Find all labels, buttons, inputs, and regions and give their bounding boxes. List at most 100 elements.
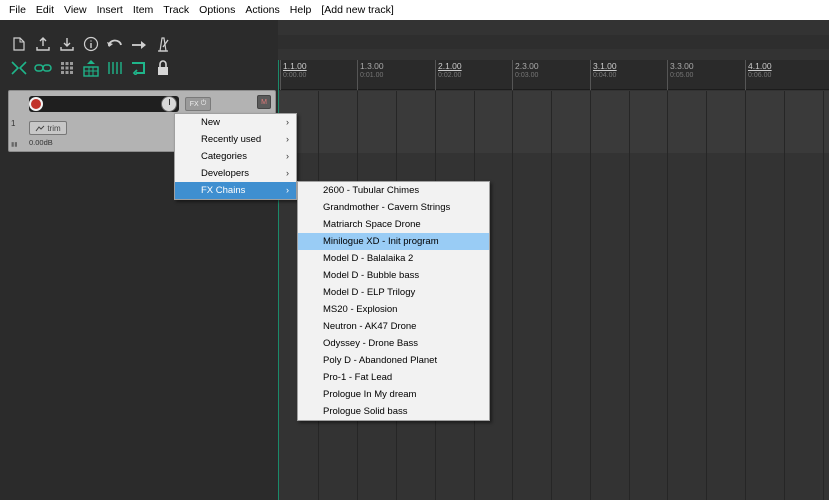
menu-item-developers[interactable]: Developers › (175, 165, 296, 182)
download-icon[interactable] (58, 35, 76, 53)
grid-line (784, 91, 785, 500)
menu-item-new[interactable]: New › (175, 114, 296, 131)
menu-item-label: Developers (201, 168, 250, 179)
grid-line (667, 91, 668, 500)
fx-chain-item[interactable]: MS20 - Explosion (298, 301, 489, 318)
snap-icon[interactable] (82, 59, 100, 77)
menu-options[interactable]: Options (194, 0, 240, 20)
fx-chain-item[interactable]: Model D - Balalaika 2 (298, 250, 489, 267)
ruler-time-label: 0:03.00 (515, 72, 539, 79)
ruler-time-label: 0:01.00 (360, 72, 384, 79)
io-icon[interactable]: ▮▮ (11, 141, 18, 148)
lock-icon[interactable] (154, 59, 172, 77)
fx-power-icon[interactable]: ⏻ (201, 100, 207, 108)
ruler-time-label: 0:05.00 (670, 72, 694, 79)
redo-icon[interactable] (130, 35, 148, 53)
grid-line (551, 91, 552, 500)
link-icon[interactable] (34, 59, 52, 77)
ruler-bar-label: 2.3.00 (515, 61, 539, 71)
ruler-mark: 1.1.00 0:00.00 (280, 60, 307, 90)
loop-icon[interactable] (130, 59, 148, 77)
track-lane[interactable] (278, 91, 829, 153)
fx-chain-item[interactable]: Neutron - AK47 Drone (298, 318, 489, 335)
info-icon[interactable] (82, 35, 100, 53)
ruler-bar-label: 4.1.00 (748, 61, 772, 71)
menu-track[interactable]: Track (158, 0, 194, 20)
fx-chain-item[interactable]: Model D - ELP Trilogy (298, 284, 489, 301)
menu-item-recently-used[interactable]: Recently used › (175, 131, 296, 148)
new-project-icon[interactable] (10, 35, 28, 53)
menubar: File Edit View Insert Item Track Options… (0, 0, 829, 20)
menu-insert[interactable]: Insert (92, 0, 128, 20)
fx-chain-item[interactable]: Prologue In My dream (298, 386, 489, 403)
ruler-top-strip[interactable] (278, 35, 829, 49)
ruler-mark: 3.1.00 0:04.00 (590, 60, 617, 90)
ruler-time-label: 0:04.00 (593, 72, 617, 79)
fx-chain-item[interactable]: Grandmother - Cavern Strings (298, 199, 489, 216)
chevron-right-icon: › (286, 151, 289, 161)
menu-view[interactable]: View (59, 0, 92, 20)
chevron-right-icon: › (286, 134, 289, 144)
undo-icon[interactable] (106, 35, 124, 53)
ruler-mark: 1.3.00 0:01.00 (357, 60, 384, 90)
menu-item-categories[interactable]: Categories › (175, 148, 296, 165)
grid-line (823, 91, 824, 500)
grid-icon[interactable] (58, 59, 76, 77)
menu-item-label: Categories (201, 151, 247, 162)
menu-item[interactable]: Item (128, 0, 158, 20)
fx-button[interactable]: FX ⏻ (185, 97, 211, 111)
edit-toolbar (0, 56, 172, 80)
chevron-right-icon: › (286, 168, 289, 178)
trim-button[interactable]: trim (29, 121, 67, 135)
ripple-edit-icon[interactable] (10, 59, 28, 77)
fx-chain-item[interactable]: Prologue Solid bass (298, 403, 489, 420)
fx-chain-item[interactable]: Model D - Bubble bass (298, 267, 489, 284)
envelope-icon (35, 125, 45, 131)
chevron-right-icon: › (286, 185, 289, 195)
fx-chain-item[interactable]: Matriarch Space Drone (298, 216, 489, 233)
record-arm-button[interactable] (29, 97, 43, 111)
fx-chains-submenu: 2600 - Tubular Chimes Grandmother - Cave… (297, 181, 490, 421)
ruler-mark: 2.1.00 0:02.00 (435, 60, 462, 90)
fx-chain-item-highlighted[interactable]: Minilogue XD - Init program (298, 233, 489, 250)
trim-label: trim (47, 123, 61, 133)
grid-line (590, 91, 591, 500)
grid-lines-icon[interactable] (106, 59, 124, 77)
ruler-mark: 3.3.00 0:05.00 (667, 60, 694, 90)
menu-item-label: FX Chains (201, 185, 246, 196)
ruler-time-label: 0:02.00 (438, 72, 462, 79)
fx-chain-item[interactable]: 2600 - Tubular Chimes (298, 182, 489, 199)
main-toolbar (0, 32, 172, 56)
ruler-bar-label: 3.3.00 (670, 61, 694, 71)
volume-knob[interactable] (161, 96, 177, 112)
save-upload-icon[interactable] (34, 35, 52, 53)
menu-item-fx-chains[interactable]: FX Chains › (175, 182, 296, 199)
mute-button[interactable]: M (257, 95, 271, 109)
menu-actions[interactable]: Actions (240, 0, 284, 20)
timeline-ruler[interactable]: 1.1.00 0:00.00 1.3.00 0:01.00 2.1.00 0:0… (278, 60, 829, 90)
grid-line (512, 91, 513, 500)
track-name-field[interactable] (29, 96, 179, 112)
chevron-right-icon: › (286, 117, 289, 127)
ruler-bar-label: 3.1.00 (593, 61, 617, 71)
menu-help[interactable]: Help (285, 0, 317, 20)
menu-file[interactable]: File (4, 0, 31, 20)
grid-line (629, 91, 630, 500)
ruler-time-label: 0:00.00 (283, 72, 307, 79)
fx-chain-item[interactable]: Poly D - Abandoned Planet (298, 352, 489, 369)
ruler-bar-label: 2.1.00 (438, 61, 462, 71)
ruler-bar-label: 1.1.00 (283, 61, 307, 71)
fx-chain-item[interactable]: Odyssey - Drone Bass (298, 335, 489, 352)
menu-item-label: Recently used (201, 134, 262, 145)
menu-edit[interactable]: Edit (31, 0, 59, 20)
ruler-mark: 4.1.00 0:06.00 (745, 60, 772, 90)
menu-item-label: New (201, 117, 221, 128)
metronome-icon[interactable] (154, 35, 172, 53)
grid-line (745, 91, 746, 500)
fx-label: FX (189, 100, 199, 108)
fx-chain-item[interactable]: Pro-1 - Fat Lead (298, 369, 489, 386)
fx-context-menu: New › Recently used › Categories › Develope… (174, 113, 297, 200)
menu-add-new-track[interactable]: [Add new track] (316, 0, 398, 20)
track-number: 1 (11, 119, 16, 128)
grid-line (706, 91, 707, 500)
